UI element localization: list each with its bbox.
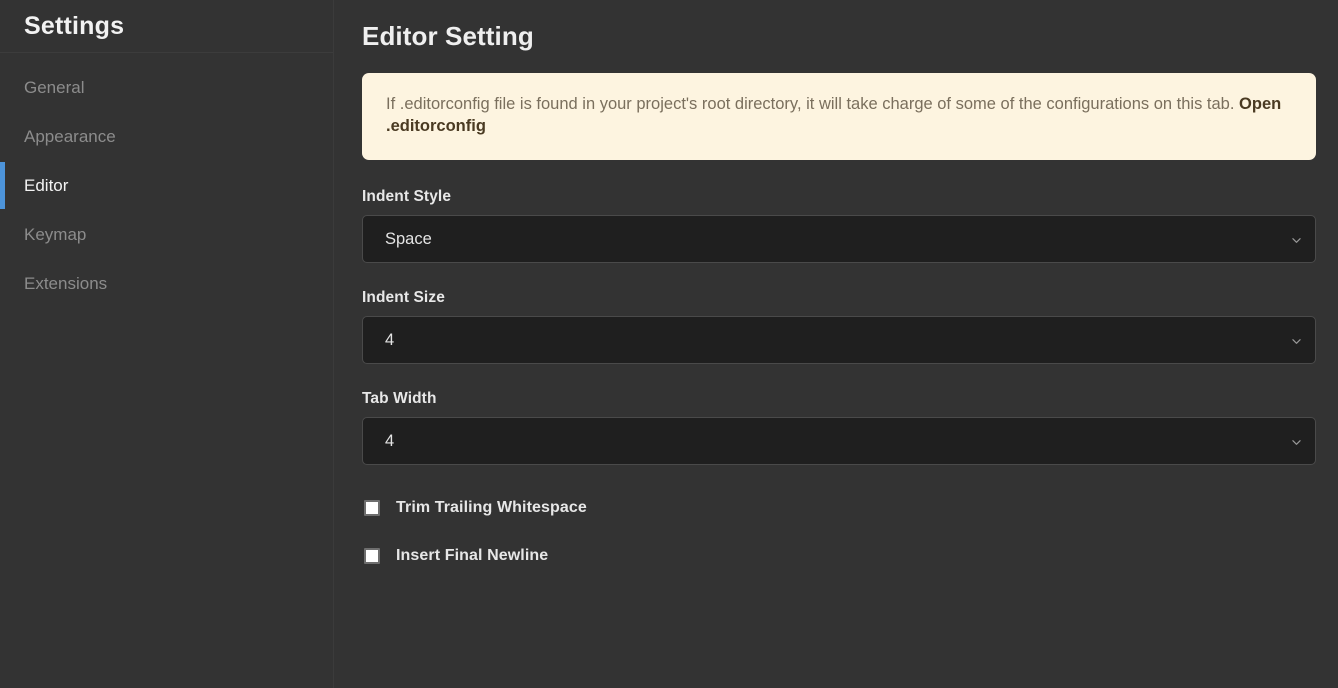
field-indent-size: Indent Size 123468 — [362, 289, 1316, 364]
indent-style-select[interactable]: SpaceTab — [362, 215, 1316, 263]
indent-size-select-wrap: 123468 — [362, 316, 1316, 364]
sidebar-item-keymap[interactable]: Keymap — [0, 210, 333, 259]
insert-final-newline-checkbox[interactable] — [364, 548, 380, 564]
trim-trailing-whitespace-label: Trim Trailing Whitespace — [396, 499, 587, 517]
sidebar-item-label: Keymap — [24, 226, 86, 243]
settings-content: Editor Setting If .editorconfig file is … — [334, 0, 1338, 688]
tab-width-label: Tab Width — [362, 390, 1316, 408]
indent-size-select[interactable]: 123468 — [362, 316, 1316, 364]
sidebar-item-editor[interactable]: Editor — [0, 161, 333, 210]
sidebar-item-label: Editor — [24, 177, 68, 194]
indent-style-select-wrap: SpaceTab — [362, 215, 1316, 263]
sidebar-item-extensions[interactable]: Extensions — [0, 259, 333, 308]
sidebar-item-general[interactable]: General — [0, 63, 333, 112]
tab-width-select-wrap: 123468 — [362, 417, 1316, 465]
field-tab-width: Tab Width 123468 — [362, 390, 1316, 465]
editor-settings-form: Indent Style SpaceTab Indent Size 123468 — [334, 188, 1338, 565]
sidebar-item-label: General — [24, 79, 84, 96]
settings-nav: General Appearance Editor Keymap Extensi… — [0, 53, 333, 308]
notice-message: If .editorconfig file is found in your p… — [386, 95, 1239, 113]
page-title: Editor Setting — [334, 0, 1338, 51]
sidebar-header: Settings — [0, 0, 333, 53]
checkbox-row-insert-final-newline[interactable]: Insert Final Newline — [362, 547, 1316, 565]
checkbox-row-trim-trailing-whitespace[interactable]: Trim Trailing Whitespace — [362, 499, 1316, 517]
indent-style-label: Indent Style — [362, 188, 1316, 206]
tab-width-select[interactable]: 123468 — [362, 417, 1316, 465]
settings-window: Settings General Appearance Editor Keyma… — [0, 0, 1338, 688]
notice-text: If .editorconfig file is found in your p… — [386, 93, 1292, 139]
settings-sidebar: Settings General Appearance Editor Keyma… — [0, 0, 334, 688]
editorconfig-notice-banner: If .editorconfig file is found in your p… — [362, 73, 1316, 161]
indent-size-label: Indent Size — [362, 289, 1316, 307]
sidebar-title: Settings — [24, 14, 124, 39]
sidebar-item-label: Extensions — [24, 275, 107, 292]
insert-final-newline-label: Insert Final Newline — [396, 547, 548, 565]
trim-trailing-whitespace-checkbox[interactable] — [364, 500, 380, 516]
field-indent-style: Indent Style SpaceTab — [362, 188, 1316, 263]
sidebar-item-label: Appearance — [24, 128, 116, 145]
active-item-indicator — [0, 162, 5, 209]
sidebar-item-appearance[interactable]: Appearance — [0, 112, 333, 161]
